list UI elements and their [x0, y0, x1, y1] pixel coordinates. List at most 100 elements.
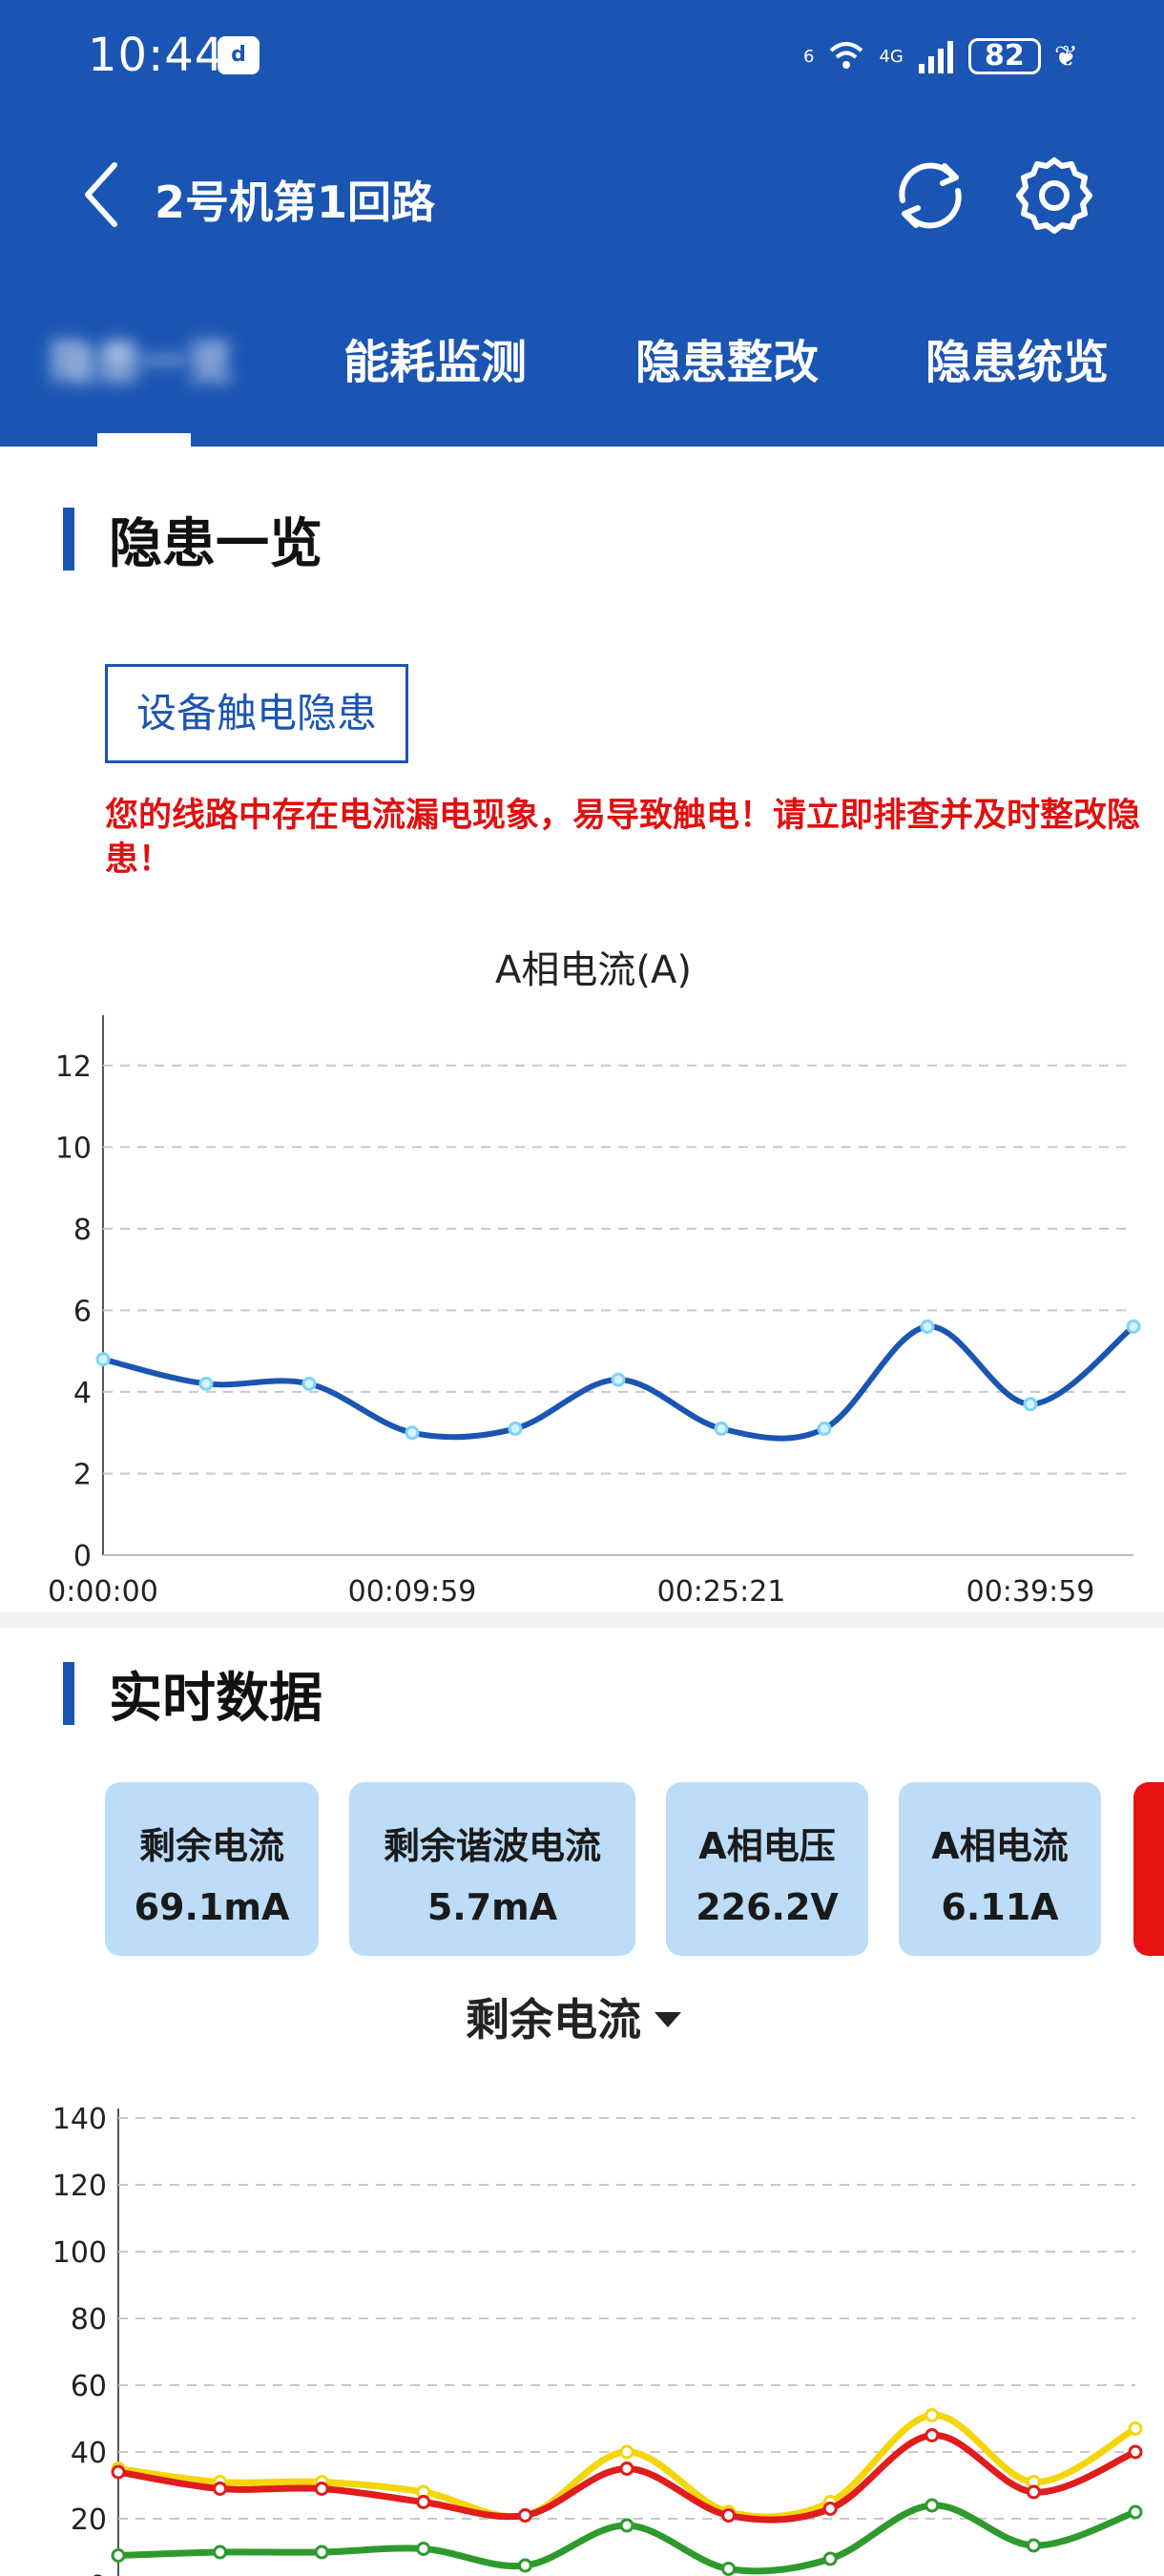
- metric-card-residual-current[interactable]: 剩余电流 69.1mA: [105, 1782, 319, 1956]
- status-bar: 10:44 d 6 4G 82 ❦: [0, 0, 1164, 114]
- data-point: [611, 1372, 626, 1387]
- y-tick-label: 12: [55, 1050, 92, 1084]
- back-arrow-icon: [85, 162, 117, 227]
- chevron-down-icon: [655, 2012, 681, 2027]
- cell-network-label: 4G: [879, 46, 904, 67]
- data-point: [314, 2545, 329, 2560]
- x-tick-label: 00:39:59: [967, 1575, 1095, 1609]
- metric-card-phase-a-voltage[interactable]: A相电压 226.2V: [666, 1782, 868, 1956]
- hazard-type-tag[interactable]: 设备触电隐患: [105, 664, 408, 763]
- data-point: [619, 2518, 634, 2533]
- page-title: 2号机第1回路: [155, 177, 436, 228]
- data-point: [213, 2545, 228, 2560]
- tab-hazard-summary[interactable]: 隐患统览: [925, 324, 1109, 391]
- y-tick-label: 10: [55, 1132, 92, 1165]
- metric-card-partial[interactable]: [1133, 1782, 1164, 1956]
- data-point: [198, 1376, 214, 1391]
- series-line: [117, 2502, 1137, 2575]
- data-point: [301, 1376, 317, 1391]
- data-point: [925, 2498, 940, 2513]
- data-point: [920, 1319, 935, 1334]
- section-accent-bar: [63, 1662, 74, 1725]
- cell-signal-icon: [918, 41, 953, 73]
- data-point: [111, 2464, 126, 2480]
- metric-card-residual-harmonic[interactable]: 剩余谐波电流 5.7mA: [349, 1782, 635, 1956]
- y-tick-label: 20: [71, 2503, 107, 2537]
- app-header: 10:44 d 6 4G 82 ❦ 2号机第1回路 隐患一览 能耗监测 隐患整改…: [0, 0, 1164, 447]
- data-point: [817, 1421, 832, 1436]
- section-accent-bar: [63, 508, 74, 571]
- y-tick-label: 6: [73, 1295, 92, 1328]
- refresh-icon: [899, 162, 962, 229]
- wifi-icon: [830, 42, 863, 69]
- section-divider: [0, 1612, 1164, 1628]
- data-point: [95, 1352, 111, 1367]
- y-tick-label: 0: [73, 1540, 92, 1573]
- data-point: [314, 2482, 329, 2496]
- y-tick-label: 60: [71, 2370, 107, 2403]
- data-point: [1126, 1319, 1141, 1334]
- metric-card-phase-a-current[interactable]: A相电流 6.11A: [899, 1782, 1101, 1956]
- metric-card-value: 6.11A: [941, 1886, 1059, 1928]
- x-tick-label: 00:09:59: [348, 1575, 477, 1609]
- metric-card-value: 226.2V: [696, 1886, 839, 1928]
- wifi-label: 6: [803, 46, 815, 67]
- data-point: [1026, 2538, 1041, 2553]
- data-point: [1128, 2504, 1143, 2520]
- tab-overview[interactable]: 隐患一览: [50, 324, 233, 391]
- y-tick-label: 40: [71, 2437, 107, 2470]
- realtime-section-title: 实时数据: [63, 1660, 322, 1730]
- x-tick-label: 00:25:21: [657, 1575, 786, 1609]
- y-tick-label: 120: [52, 2170, 107, 2203]
- data-point: [925, 2428, 940, 2442]
- y-tick-label: 80: [71, 2303, 107, 2337]
- overview-section-title: 隐患一览: [63, 506, 322, 575]
- data-point: [822, 2502, 838, 2516]
- x-tick-label: 0:00:00: [48, 1575, 158, 1609]
- data-point: [721, 2508, 737, 2523]
- data-point: [1026, 2484, 1041, 2500]
- hazard-warning-text: 您的线路中存在电流漏电现象，易导致触电！请立即排查并及时整改隐患！: [105, 797, 1141, 879]
- data-point: [1023, 1397, 1038, 1412]
- metric-card-label: A相电流: [931, 1825, 1069, 1867]
- data-point: [416, 2542, 431, 2556]
- data-point: [508, 1421, 523, 1436]
- data-point: [405, 1425, 420, 1441]
- data-point: [416, 2495, 431, 2509]
- data-point: [517, 2558, 532, 2573]
- overview-heading: 隐患一览: [109, 512, 322, 575]
- metric-cards: 剩余电流 69.1mA 剩余谐波电流 5.7mA A相电压 226.2V A相电…: [0, 1782, 1164, 1956]
- data-point: [213, 2482, 228, 2496]
- settings-gear-icon: [1016, 157, 1092, 234]
- data-point: [721, 2562, 737, 2576]
- y-tick-label: 0: [89, 2570, 107, 2576]
- data-point: [111, 2548, 126, 2563]
- data-point: [619, 2444, 634, 2460]
- data-point: [619, 2462, 634, 2476]
- y-tick-label: 8: [73, 1214, 92, 1247]
- status-time: 10:44: [88, 29, 225, 82]
- metric-card-label: 剩余电流: [138, 1825, 284, 1867]
- tab-rectification[interactable]: 隐患整改: [635, 324, 819, 391]
- metric-selector-label: 剩余电流: [466, 1994, 641, 2046]
- data-point: [714, 1421, 729, 1436]
- app-notification-icon: d: [218, 36, 260, 74]
- tab-bar: 隐患一览 能耗监测 隐患整改 隐患统览: [0, 305, 1164, 447]
- settings-button[interactable]: [1011, 153, 1097, 239]
- nav-bar: 2号机第1回路: [0, 134, 1164, 258]
- residual-current-chart: 0 20 40 60 80 100 120 140: [52, 2103, 1143, 2576]
- back-button[interactable]: [73, 156, 130, 233]
- metric-selector-dropdown[interactable]: 剩余电流: [466, 1988, 681, 2046]
- metric-card-label: A相电压: [698, 1825, 836, 1867]
- y-tick-label: 4: [73, 1377, 92, 1410]
- chart-title: A相电流(A): [495, 948, 692, 992]
- data-point: [517, 2508, 532, 2523]
- refresh-button[interactable]: [887, 153, 973, 239]
- y-tick-label: 100: [52, 2236, 107, 2270]
- realtime-heading: 实时数据: [109, 1667, 322, 1730]
- data-point: [1128, 2421, 1143, 2436]
- tab-energy-monitoring[interactable]: 能耗监测: [343, 324, 527, 391]
- data-point: [822, 2551, 838, 2566]
- y-tick-label: 2: [73, 1458, 92, 1491]
- metric-card-value: 69.1mA: [134, 1886, 290, 1928]
